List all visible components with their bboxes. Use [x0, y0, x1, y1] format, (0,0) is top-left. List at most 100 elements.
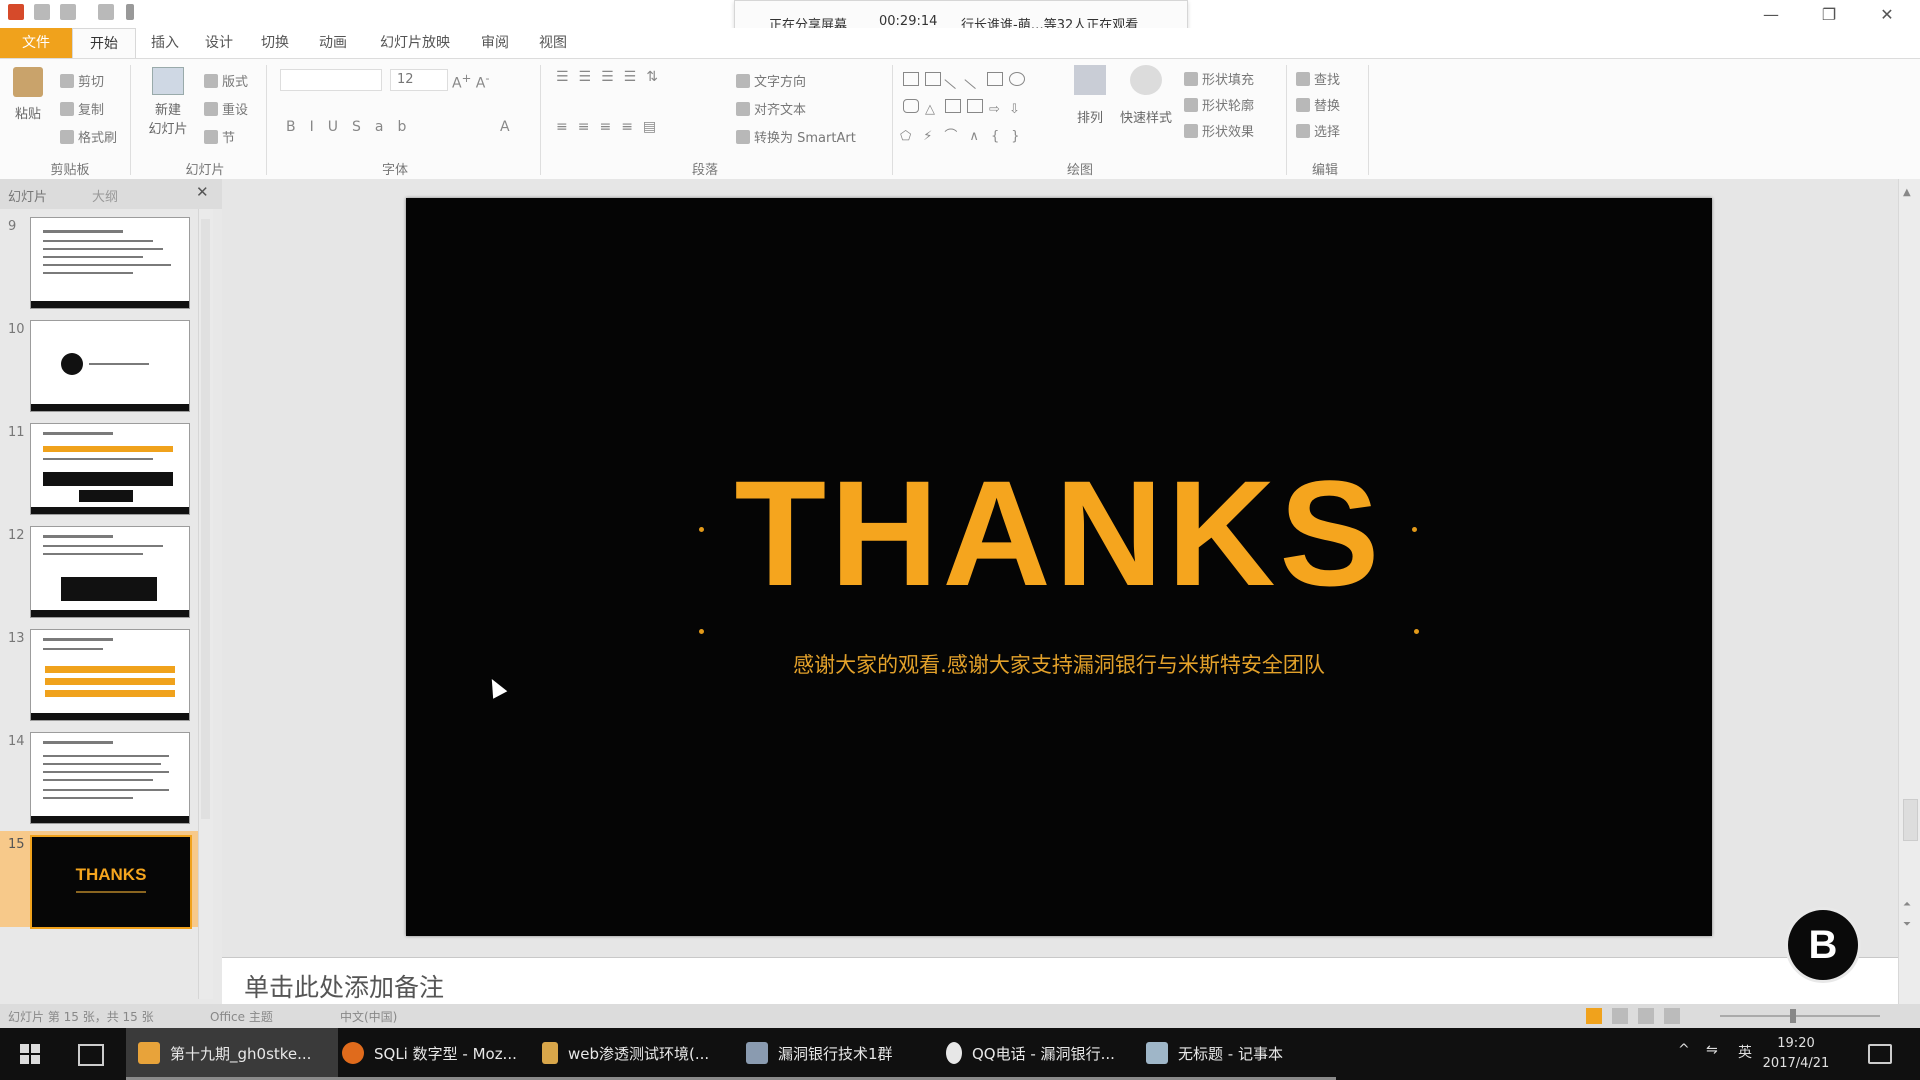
find-button[interactable]: 查找 — [1296, 69, 1340, 88]
close-icon[interactable]: ✕ — [1864, 2, 1910, 28]
reset-button[interactable]: 重设 — [204, 99, 248, 118]
copy-button[interactable]: 复制 — [60, 99, 104, 118]
text-direction-button[interactable]: 文字方向 — [736, 71, 806, 90]
tab-animations[interactable]: 动画 — [308, 28, 358, 58]
customize-qat-icon[interactable] — [126, 4, 134, 20]
editing-group-label: 编辑 — [1311, 163, 1338, 178]
shape-fill-button[interactable]: 形状填充 — [1184, 69, 1254, 88]
slide-thumbnail-13[interactable] — [30, 629, 190, 721]
tab-view[interactable]: 视图 — [528, 28, 578, 58]
find-label: 查找 — [1314, 73, 1341, 88]
taskbar-item-notepad[interactable]: 无标题 - 记事本 — [1134, 1028, 1336, 1080]
task-view-icon[interactable] — [78, 1044, 104, 1066]
scissors-icon — [60, 74, 74, 88]
scroll-up-icon[interactable]: ▲ — [1903, 187, 1911, 198]
outline-icon — [1184, 98, 1198, 112]
align-text-label: 对齐文本 — [754, 103, 807, 118]
slide-subtitle[interactable]: 感谢大家的观看.感谢大家支持漏洞银行与米斯特安全团队 — [406, 649, 1712, 679]
convert-smartart-button[interactable]: 转换为 SmartArt — [736, 127, 856, 146]
scrollbar-thumb[interactable] — [1903, 799, 1918, 841]
shapes-gallery[interactable]: △ ⇨ ⇩ ⬠⚡⌒∧{} — [900, 70, 1031, 144]
tab-design[interactable]: 设计 — [194, 28, 244, 58]
tab-outline[interactable]: 大纲 — [92, 186, 118, 205]
font-name-box[interactable] — [280, 69, 382, 91]
select-cursor-icon — [1296, 124, 1310, 138]
language-indicator[interactable]: 中文(中国) — [340, 1008, 397, 1025]
list-buttons[interactable]: ☰☰☰☰⇅ — [556, 69, 668, 85]
quick-styles-button[interactable]: 快速样式 — [1114, 65, 1178, 126]
powerpoint-icon — [138, 1042, 160, 1064]
align-text-button[interactable]: 对齐文本 — [736, 99, 806, 118]
taskbar-item-powerpoint[interactable]: 第十九期_gh0stke... — [126, 1028, 338, 1080]
clipboard-group-label: 剪贴板 — [50, 163, 90, 178]
slide-thumbnail-9[interactable] — [30, 217, 190, 309]
notes-placeholder[interactable]: 单击此处添加备注 — [244, 968, 444, 1004]
next-slide-icon[interactable]: ⏷ — [1903, 919, 1911, 930]
tab-slides[interactable]: 幻灯片 — [8, 186, 47, 205]
arrange-button[interactable]: 排列 — [1066, 65, 1114, 126]
taskbar-item-firefox[interactable]: SQLi 数字型 - Moz... — [330, 1028, 538, 1080]
redo-icon[interactable] — [98, 4, 114, 20]
slide-number: 10 — [8, 322, 25, 337]
shape-effects-button[interactable]: 形状效果 — [1184, 121, 1254, 140]
decor-dot — [1414, 629, 1419, 634]
editor-scrollbar[interactable]: ▲ ⏶ ⏷ — [1898, 179, 1920, 1004]
tab-transitions[interactable]: 切换 — [250, 28, 300, 58]
replace-button[interactable]: 替换 — [1296, 95, 1340, 114]
slide-panel-scrollbar[interactable] — [198, 209, 213, 999]
restore-icon[interactable]: ❐ — [1806, 2, 1852, 28]
layout-button[interactable]: 版式 — [204, 71, 248, 90]
cut-button[interactable]: 剪切 — [60, 71, 104, 90]
share-time: 00:29:14 — [879, 14, 938, 29]
slide-title[interactable]: THANKS — [406, 458, 1712, 608]
zoom-slider-handle[interactable] — [1790, 1009, 1796, 1023]
section-label: 节 — [222, 131, 236, 146]
reading-view-icon[interactable] — [1638, 1008, 1654, 1024]
normal-view-icon[interactable] — [1586, 1008, 1602, 1024]
reset-label: 重设 — [222, 103, 249, 118]
close-panel-icon[interactable]: ✕ — [196, 183, 209, 201]
slide-thumbnail-12[interactable] — [30, 526, 190, 618]
align-buttons[interactable]: ≡≡≡≡▤ — [556, 119, 666, 135]
notes-pane[interactable]: 单击此处添加备注 — [222, 957, 1898, 1005]
taskbar-item-explorer[interactable]: web渗透测试环境(... — [530, 1028, 742, 1080]
taskbar-item-qq-group[interactable]: 漏洞银行技术1群 — [734, 1028, 942, 1080]
tab-slideshow[interactable]: 幻灯片放映 — [370, 28, 460, 58]
current-slide[interactable]: THANKS 感谢大家的观看.感谢大家支持漏洞银行与米斯特安全团队 — [406, 198, 1712, 936]
taskbar-item-label: 无标题 - 记事本 — [1178, 1045, 1283, 1063]
new-slide-button[interactable]: 新建 幻灯片 — [140, 67, 196, 137]
section-button[interactable]: 节 — [204, 127, 235, 146]
font-size-box[interactable]: 12 — [390, 69, 448, 91]
format-painter-button[interactable]: 格式刷 — [60, 127, 117, 146]
slideshow-icon[interactable] — [1664, 1008, 1680, 1024]
save-icon[interactable] — [34, 4, 50, 20]
tab-insert[interactable]: 插入 — [140, 28, 190, 58]
slide-sorter-icon[interactable] — [1612, 1008, 1628, 1024]
system-clock[interactable]: 19:20 2017/4/21 — [1748, 1034, 1844, 1074]
tab-home[interactable]: 开始 — [72, 28, 136, 59]
tab-file[interactable]: 文件 — [0, 28, 72, 58]
slide-thumbnail-11[interactable] — [30, 423, 190, 515]
taskbar-item-qq-call[interactable]: QQ电话 - 漏洞银行... — [934, 1028, 1142, 1080]
shape-outline-button[interactable]: 形状轮廓 — [1184, 95, 1254, 114]
notification-icon[interactable] — [1868, 1044, 1892, 1064]
tab-review[interactable]: 审阅 — [470, 28, 520, 58]
slide-thumbnail-14[interactable] — [30, 732, 190, 824]
slide-thumbnail-10[interactable] — [30, 320, 190, 412]
undo-icon[interactable] — [60, 4, 76, 20]
chevron-up-icon[interactable]: ^ — [1678, 1042, 1690, 1058]
zoom-slider[interactable] — [1720, 1015, 1880, 1017]
font-color-icon[interactable]: A — [500, 119, 510, 135]
slide-thumbnail-15[interactable]: THANKS — [30, 835, 192, 929]
prev-slide-icon[interactable]: ⏶ — [1903, 899, 1911, 910]
network-icon[interactable]: ⇋ — [1706, 1042, 1718, 1058]
select-button[interactable]: 选择 — [1296, 121, 1340, 140]
paste-button[interactable]: 粘贴 — [8, 67, 48, 122]
minimize-icon[interactable]: — — [1748, 2, 1794, 28]
font-format-buttons[interactable]: BIUSab — [286, 119, 420, 135]
binoculars-icon — [1296, 72, 1310, 86]
scrollbar-thumb[interactable] — [201, 219, 210, 819]
format-painter-label: 格式刷 — [78, 131, 118, 146]
font-grow-icon[interactable]: A+ A- — [452, 71, 490, 92]
windows-start-icon[interactable] — [20, 1044, 40, 1064]
